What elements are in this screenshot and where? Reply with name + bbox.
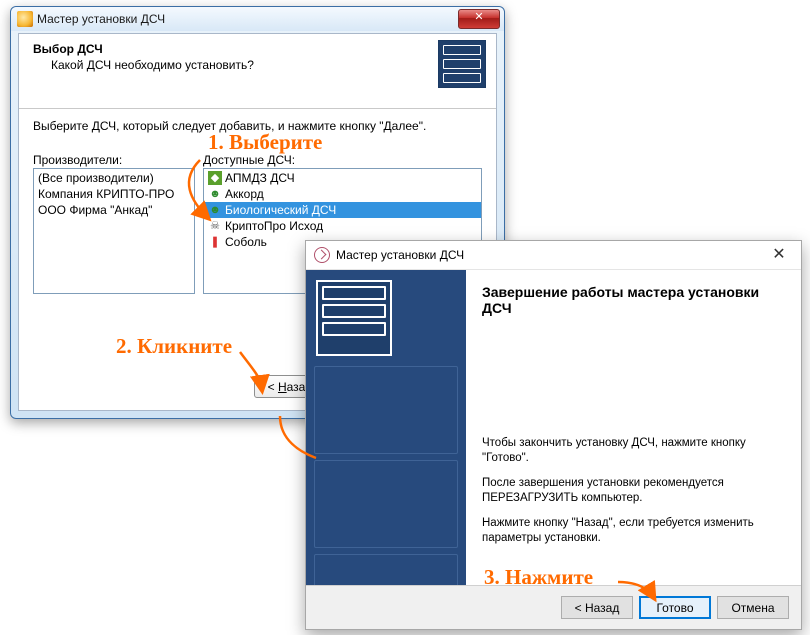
titlebar[interactable]: Мастер установки ДСЧ ✕ xyxy=(11,7,504,31)
wizard-main: Завершение работы мастера установки ДСЧ … xyxy=(466,270,801,585)
person-icon: ☻ xyxy=(208,203,222,217)
list-item-label: Аккорд xyxy=(225,187,264,201)
list-item-label: Соболь xyxy=(225,235,267,249)
cancel-button[interactable]: Отмена xyxy=(717,596,789,619)
chip-icon: ◆ xyxy=(208,171,222,185)
client-area: Завершение работы мастера установки ДСЧ … xyxy=(306,270,801,585)
sidebar-decoration xyxy=(306,366,466,585)
wizard-header: Выбор ДСЧ Какой ДСЧ необходимо установит… xyxy=(19,34,496,109)
close-button[interactable]: ✕ xyxy=(757,241,801,269)
finish-para-3: Нажмите кнопку "Назад", если требуется и… xyxy=(482,516,785,546)
header-subtitle: Какой ДСЧ необходимо установить? xyxy=(51,58,482,72)
server-stack-icon xyxy=(438,40,486,88)
finish-para-2: После завершения установки рекомендуется… xyxy=(482,476,785,506)
available-label: Доступные ДСЧ: xyxy=(203,153,482,167)
close-button[interactable]: ✕ xyxy=(458,9,500,29)
wizard-buttons: < Назад Готово Отмена xyxy=(306,585,801,629)
back-button[interactable]: < Назад xyxy=(561,596,633,619)
manufacturers-label: Производители: xyxy=(33,153,195,167)
flag-icon: ❚ xyxy=(208,235,222,249)
list-item[interactable]: ООО Фирма "Анкад" xyxy=(34,202,194,218)
titlebar[interactable]: Мастер установки ДСЧ ✕ xyxy=(306,241,801,270)
finish-heading: Завершение работы мастера установки ДСЧ xyxy=(482,284,785,316)
window-title: Мастер установки ДСЧ xyxy=(37,12,458,26)
app-icon xyxy=(314,247,330,263)
list-item[interactable]: ☻Аккорд xyxy=(204,186,481,202)
list-item[interactable]: ☠КриптоПро Исход xyxy=(204,218,481,234)
list-item-label: КриптоПро Исход xyxy=(225,219,323,233)
wizard-sidebar xyxy=(306,270,466,585)
app-icon xyxy=(17,11,33,27)
server-stack-icon xyxy=(316,280,392,356)
list-item[interactable]: ◆АПМДЗ ДСЧ xyxy=(204,170,481,186)
header-title: Выбор ДСЧ xyxy=(33,42,482,56)
manufacturers-listbox[interactable]: (Все производители)Компания КРИПТО-ПРООО… xyxy=(33,168,195,294)
list-item-label: Биологический ДСЧ xyxy=(225,203,336,217)
list-item-label: АПМДЗ ДСЧ xyxy=(225,171,295,185)
skull-icon: ☠ xyxy=(208,219,222,233)
wizard-window-finish: Мастер установки ДСЧ ✕ Завершение работы… xyxy=(305,240,802,630)
list-item[interactable]: ☻Биологический ДСЧ xyxy=(204,202,481,218)
finish-button[interactable]: Готово xyxy=(639,596,711,619)
list-item[interactable]: (Все производители) xyxy=(34,170,194,186)
list-item[interactable]: Компания КРИПТО-ПРО xyxy=(34,186,194,202)
instruction-text: Выберите ДСЧ, который следует добавить, … xyxy=(33,119,482,133)
finish-para-1: Чтобы закончить установку ДСЧ, нажмите к… xyxy=(482,436,785,466)
window-title: Мастер установки ДСЧ xyxy=(336,248,757,262)
person-icon: ☻ xyxy=(208,187,222,201)
